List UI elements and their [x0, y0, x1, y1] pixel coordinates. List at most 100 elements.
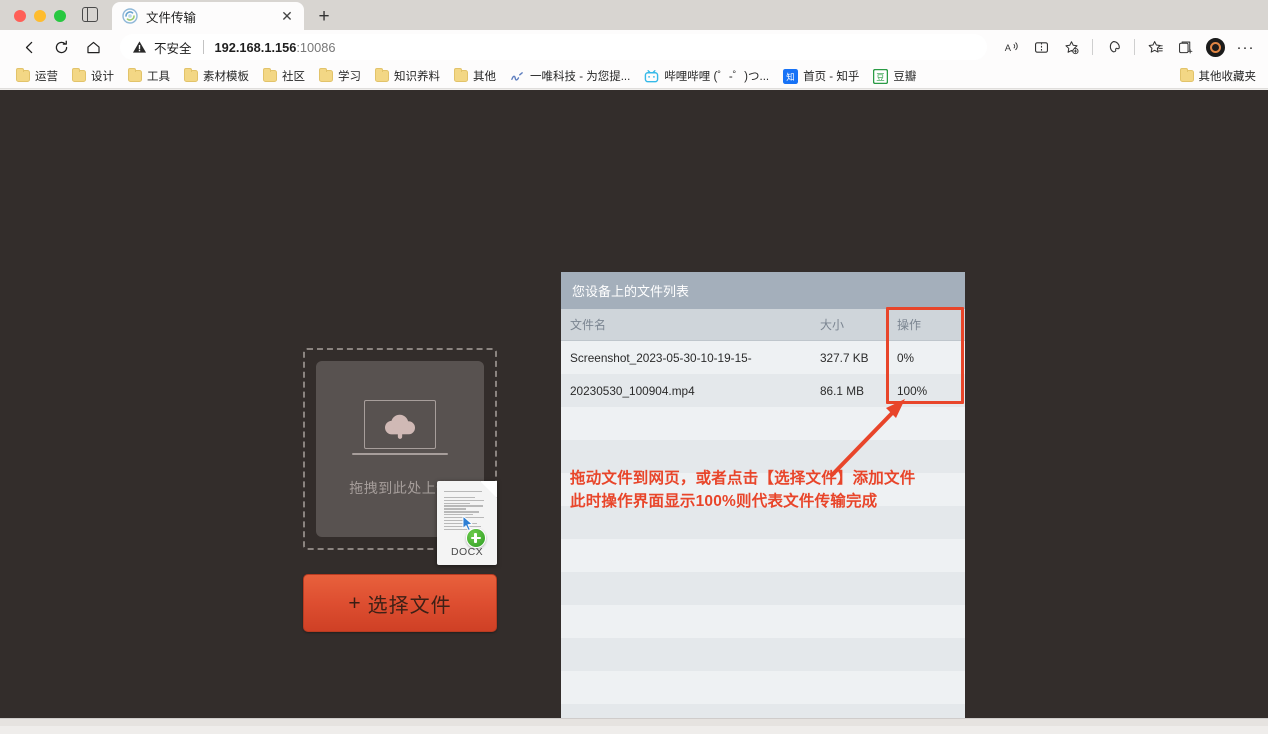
- svg-text:A: A: [1005, 42, 1012, 52]
- cloud-upload-icon: [381, 410, 419, 440]
- table-row[interactable]: Screenshot_2023-05-30-10-19-15- 327.7 KB…: [561, 341, 965, 374]
- folder-icon: [454, 70, 468, 82]
- bookmark-label: 工具: [147, 68, 170, 84]
- bookmark-item[interactable]: 学习: [313, 66, 367, 86]
- folder-icon: [263, 70, 277, 82]
- bookmark-item[interactable]: 豆 豆瓣: [867, 66, 922, 86]
- column-header-filename: 文件名: [561, 316, 820, 333]
- folder-icon: [375, 70, 389, 82]
- address-bar[interactable]: 不安全 192.168.1.156:10086: [120, 34, 987, 60]
- security-label: 不安全: [154, 38, 192, 57]
- plus-icon: +: [348, 593, 360, 614]
- cell-size: 327.7 KB: [820, 351, 886, 365]
- bookmark-label: 哔哩哔哩 (゜-゜)つ...: [664, 68, 769, 84]
- maximize-window-button[interactable]: [54, 10, 66, 22]
- site-icon-douban: 豆: [873, 69, 888, 84]
- bookmark-item[interactable]: 素材模板: [178, 66, 255, 86]
- tab-title: 文件传输: [146, 7, 270, 26]
- bookmark-label: 知识养料: [394, 68, 440, 84]
- bookmark-label: 一唯科技 - 为您提...: [530, 68, 630, 84]
- panel-title: 您设备上的文件列表: [561, 272, 965, 309]
- folder-icon: [184, 70, 198, 82]
- close-window-button[interactable]: [14, 10, 26, 22]
- annotation-line-1: 拖动文件到网页，或者点击【选择文件】添加文件: [570, 468, 970, 491]
- bookmark-item[interactable]: 设计: [66, 66, 120, 86]
- bookmark-label: 其他收藏夹: [1199, 68, 1257, 84]
- other-favorites-group: 其他收藏夹: [1174, 66, 1263, 86]
- url-port: :10086: [296, 40, 335, 55]
- column-header-size: 大小: [820, 316, 886, 333]
- cell-progress: 0%: [886, 351, 965, 365]
- browser-tab[interactable]: 文件传输 ✕: [112, 2, 304, 30]
- close-tab-button[interactable]: ✕: [278, 7, 296, 25]
- folder-icon: [16, 70, 30, 82]
- site-icon-zhihu: 知: [783, 69, 798, 84]
- annotation-text: 拖动文件到网页，或者点击【选择文件】添加文件 此时操作界面显示100%则代表文件…: [570, 468, 970, 514]
- select-file-label: 选择文件: [368, 589, 452, 618]
- select-file-button[interactable]: + 选择文件: [303, 574, 497, 632]
- bookmark-item[interactable]: 一唯科技 - 为您提...: [504, 66, 636, 86]
- laptop-base-shape: [352, 453, 448, 455]
- title-bar: 文件传输 ✕ +: [0, 0, 1268, 30]
- bookmarks-bar: 运营 设计 工具 素材模板 社区 学习 知识养料 其他: [0, 64, 1268, 89]
- sidebar-toggle-icon[interactable]: [82, 7, 98, 22]
- profile-avatar[interactable]: [1206, 38, 1225, 57]
- add-plus-badge-icon: [466, 528, 486, 548]
- bookmark-item[interactable]: 社区: [257, 66, 311, 86]
- bookmark-item[interactable]: 其他: [448, 66, 502, 86]
- bookmark-item[interactable]: 哔哩哔哩 (゜-゜)つ...: [638, 66, 775, 86]
- bookmark-other-favorites[interactable]: 其他收藏夹: [1174, 66, 1263, 86]
- svg-text:豆: 豆: [877, 71, 885, 81]
- table-row-empty: [561, 539, 965, 572]
- table-row-empty: [561, 572, 965, 605]
- tab-favicon-icon: [122, 8, 138, 24]
- traffic-lights: [0, 10, 76, 30]
- navbar-divider-2: [1134, 39, 1135, 55]
- minimize-window-button[interactable]: [34, 10, 46, 22]
- folder-icon: [319, 70, 333, 82]
- table-row-empty: [561, 638, 965, 671]
- back-button[interactable]: [14, 33, 44, 61]
- table-row-empty: [561, 671, 965, 704]
- drag-file-ghost: DOCX: [437, 481, 497, 565]
- horizontal-scrollbar[interactable]: [0, 718, 1268, 726]
- table-header-row: 文件名 大小 操作: [561, 309, 965, 341]
- bookmark-label: 豆瓣: [893, 68, 916, 84]
- bookmark-label: 学习: [338, 68, 361, 84]
- not-secure-warning-icon: [132, 40, 147, 54]
- read-aloud-icon[interactable]: A: [997, 33, 1026, 61]
- bookmark-label: 首页 - 知乎: [803, 68, 859, 84]
- site-icon-bilibili: [644, 69, 659, 84]
- bookmark-label: 素材模板: [203, 68, 249, 84]
- favorites-icon[interactable]: [1141, 33, 1170, 61]
- table-row-empty: [561, 605, 965, 638]
- omnibox-divider: [203, 40, 204, 54]
- split-screen-icon[interactable]: [1027, 33, 1056, 61]
- bookmark-item[interactable]: 知 首页 - 知乎: [777, 66, 865, 86]
- drag-file-type-label: DOCX: [437, 546, 497, 558]
- bookmark-item[interactable]: 运营: [10, 66, 64, 86]
- column-header-action: 操作: [886, 316, 965, 333]
- collections-icon[interactable]: [1171, 33, 1200, 61]
- add-favorite-icon[interactable]: [1057, 33, 1086, 61]
- cell-filename: 20230530_100904.mp4: [561, 384, 820, 398]
- browser-essentials-icon[interactable]: [1099, 33, 1128, 61]
- navbar-divider-1: [1092, 39, 1093, 55]
- folder-icon: [72, 70, 86, 82]
- cell-filename: Screenshot_2023-05-30-10-19-15-: [561, 351, 820, 365]
- bookmark-item[interactable]: 知识养料: [369, 66, 446, 86]
- more-options-button[interactable]: ···: [1231, 33, 1260, 61]
- new-tab-button[interactable]: +: [310, 2, 338, 30]
- reload-button[interactable]: [46, 33, 76, 61]
- dropzone-label: 拖拽到此处上传: [349, 478, 451, 498]
- bookmark-item[interactable]: 工具: [122, 66, 176, 86]
- web-page-content: 拖拽到此处上传 + 选择文件 DOCX 您设: [0, 90, 1268, 726]
- svg-text:知: 知: [786, 71, 794, 81]
- site-icon-weiwei: [510, 69, 525, 84]
- annotation-line-2: 此时操作界面显示100%则代表文件传输完成: [570, 491, 970, 514]
- navbar-actions: A ···: [997, 33, 1260, 61]
- laptop-cloud-upload-icon: [352, 400, 448, 466]
- bookmark-label: 其他: [473, 68, 496, 84]
- home-button[interactable]: [78, 33, 108, 61]
- browser-window: 文件传输 ✕ + 不安全 192.168.1.156:10086: [0, 0, 1268, 734]
